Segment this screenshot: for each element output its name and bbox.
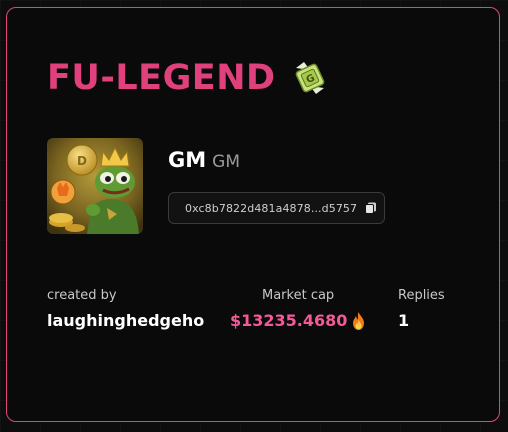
token-card[interactable]: FU-LEGEND G D GM GM 0xc8b7822d481a4878..… — [6, 7, 500, 422]
copy-icon[interactable] — [365, 202, 377, 214]
title-row: FU-LEGEND G — [47, 58, 330, 98]
replies-label: Replies — [398, 288, 445, 303]
token-name-row: GM GM — [168, 148, 240, 172]
fire-icon — [353, 311, 365, 330]
green-gem-logo-icon: G — [295, 62, 324, 94]
token-name: GM — [168, 148, 207, 172]
market-cap-value: $13235.4680 — [230, 311, 348, 330]
created-by-label: created by — [47, 288, 117, 303]
svg-text:D: D — [77, 154, 87, 168]
replies-count: 1 — [398, 311, 410, 330]
token-title: FU-LEGEND — [47, 58, 276, 98]
token-avatar: D — [47, 138, 143, 234]
creator-name-link[interactable]: laughinghedgeho — [47, 311, 204, 330]
token-symbol: GM — [212, 152, 240, 172]
contract-address: 0xc8b7822d481a4878...d5757 — [185, 201, 358, 215]
pepe-king-avatar: D — [47, 138, 143, 234]
contract-address-copy-button[interactable]: 0xc8b7822d481a4878...d5757 — [168, 192, 385, 224]
page: FU-LEGEND G D GM GM 0xc8b7822d481a4878..… — [0, 0, 508, 432]
market-cap: $13235.4680 — [230, 311, 366, 330]
market-cap-label: Market cap — [262, 288, 335, 303]
